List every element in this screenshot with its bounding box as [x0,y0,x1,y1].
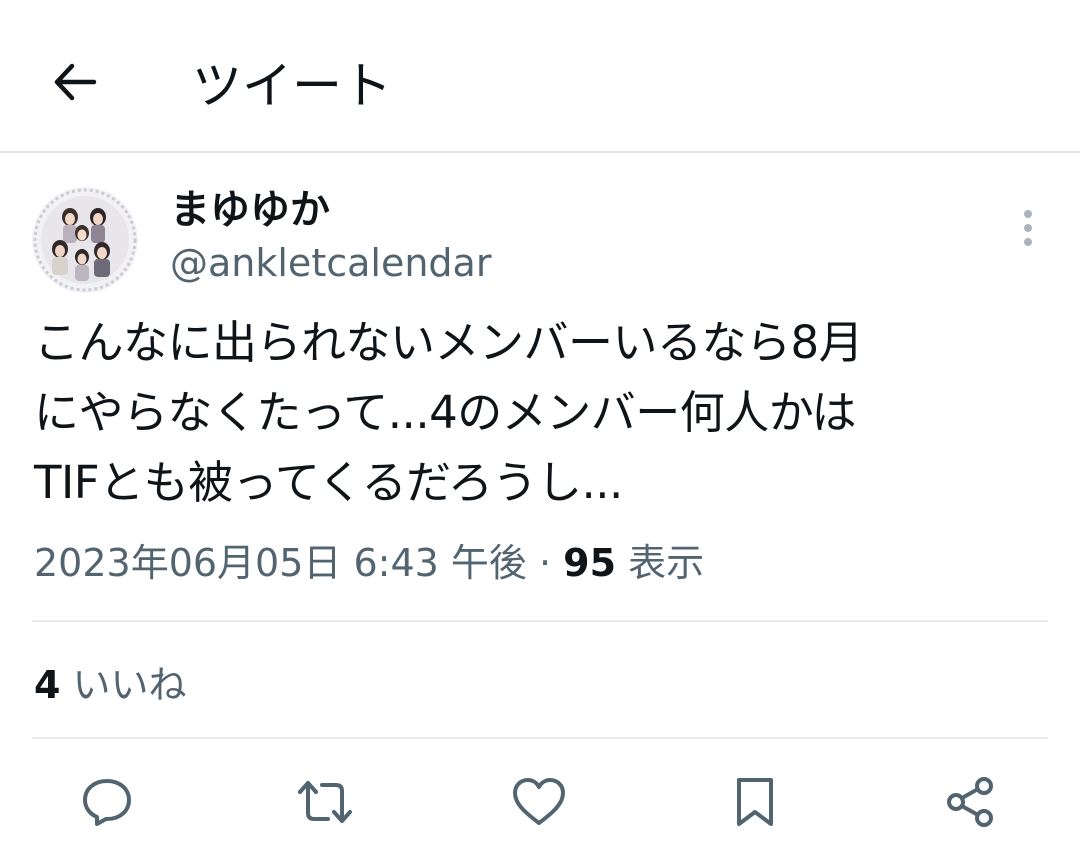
divider [32,737,1048,739]
bookmark-icon [737,778,773,826]
reply-icon [83,779,131,826]
reply-button[interactable] [77,772,137,832]
bookmark-button[interactable] [725,772,785,832]
tweet-detail-page: ツイート まゆゆか @ankletcalendar こんなに出られないメンバーい… [0,0,1080,864]
likes-label: いいね [60,663,187,707]
retweet-icon [298,781,352,823]
likes-summary[interactable]: 4 いいね [34,660,187,710]
meta-separator: · [526,541,564,585]
tweet-timestamp[interactable]: 2023年06月05日 6:43 午後 [34,541,527,585]
more-vertical-icon [1024,210,1032,246]
author-handle[interactable]: @ankletcalendar [170,240,491,286]
page-title: ツイート [192,57,392,115]
author-display-name[interactable]: まゆゆか [170,186,330,234]
divider [32,620,1048,622]
views-label: 表示 [616,541,705,585]
share-icon [947,777,993,827]
share-button[interactable] [940,772,1000,832]
tweet-text: こんなに出られないメンバーいるなら8月 にやらなくたって...4のメンバー何人か… [34,316,864,509]
back-button[interactable] [44,52,104,112]
like-button[interactable] [509,772,569,832]
tweet-meta: 2023年06月05日 6:43 午後 · 95 表示 [34,538,704,588]
likes-count: 4 [34,663,61,707]
header-bar: ツイート [0,0,1080,153]
retweet-button[interactable] [295,772,355,832]
more-options-button[interactable] [1008,206,1048,250]
avatar-group-photo [32,187,138,293]
avatar[interactable] [32,187,138,293]
arrow-left-icon [54,63,97,101]
views-count: 95 [563,541,617,585]
heart-icon [513,778,565,825]
